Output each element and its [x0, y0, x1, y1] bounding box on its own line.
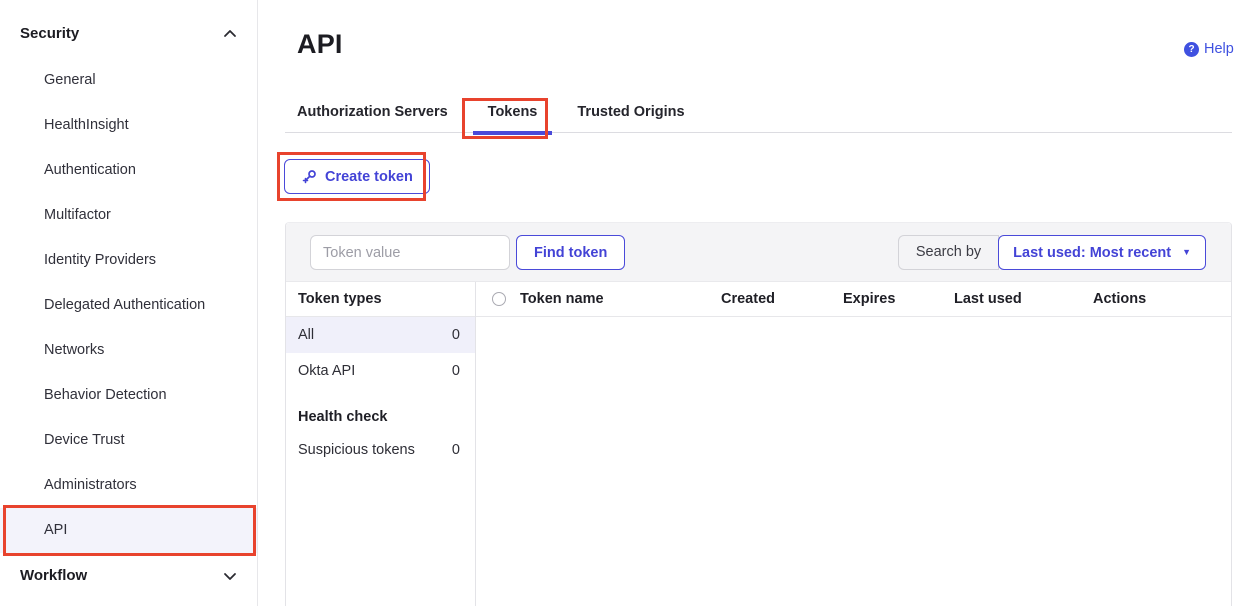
tokens-panel: Find token Search by Last used: Most rec… [285, 222, 1232, 606]
token-value-input[interactable] [310, 235, 510, 270]
token-types-panel: Token types All 0 Okta API 0 Health chec… [286, 282, 476, 606]
sidebar-item-delegated-authentication[interactable]: Delegated Authentication [0, 283, 257, 328]
sidebar-item-behavior-detection[interactable]: Behavior Detection [0, 373, 257, 418]
sidebar-items: General HealthInsight Authentication Mul… [0, 58, 257, 553]
column-header-last-used[interactable]: Last used [954, 282, 1022, 317]
filter-item-suspicious-tokens[interactable]: Suspicious tokens 0 [286, 432, 475, 468]
tab-bar: Authorization Servers Tokens Trusted Ori… [297, 104, 685, 135]
sidebar-item-device-trust[interactable]: Device Trust [0, 418, 257, 463]
filter-item-count: 0 [452, 327, 460, 343]
tokens-table-header: Token name Created Expires Last used Act… [476, 282, 1231, 317]
page-title: API [297, 29, 343, 60]
sort-dropdown-value: Last used: Most recent [1013, 245, 1171, 261]
sidebar-item-networks[interactable]: Networks [0, 328, 257, 373]
sidebar-section-security[interactable]: Security [20, 25, 79, 42]
filter-item-label: Okta API [298, 363, 355, 379]
tab-authorization-servers[interactable]: Authorization Servers [297, 104, 448, 135]
sidebar-item-authentication[interactable]: Authentication [0, 148, 257, 193]
filter-item-okta-api[interactable]: Okta API 0 [286, 353, 475, 389]
filter-item-label: All [298, 327, 314, 343]
create-token-button[interactable]: Create token [284, 159, 430, 194]
sidebar-item-administrators[interactable]: Administrators [0, 463, 257, 508]
sidebar-item-identity-providers[interactable]: Identity Providers [0, 238, 257, 283]
column-header-token-name[interactable]: Token name [520, 282, 604, 317]
create-token-label: Create token [325, 169, 413, 185]
chevron-down-icon[interactable] [223, 569, 237, 583]
sidebar-item-api[interactable]: API [0, 508, 257, 553]
tab-tokens[interactable]: Tokens [488, 104, 538, 135]
select-all-radio[interactable] [492, 292, 506, 306]
help-link-label: Help [1204, 41, 1234, 57]
help-icon: ? [1184, 42, 1199, 57]
column-header-created[interactable]: Created [721, 282, 775, 317]
token-types-title: Token types [286, 282, 475, 317]
health-check-subheader: Health check [286, 402, 475, 432]
sidebar-item-general[interactable]: General [0, 58, 257, 103]
filter-item-label: Suspicious tokens [298, 442, 415, 458]
tokens-toolbar: Find token Search by Last used: Most rec… [286, 223, 1231, 282]
filter-item-count: 0 [452, 363, 460, 379]
sort-dropdown[interactable]: Last used: Most recent ▼ [998, 235, 1206, 270]
sidebar-section-workflow[interactable]: Workflow [20, 567, 87, 584]
filter-item-count: 0 [452, 442, 460, 458]
column-header-expires[interactable]: Expires [843, 282, 895, 317]
tokens-table: Token name Created Expires Last used Act… [476, 282, 1231, 606]
filter-item-all[interactable]: All 0 [286, 317, 475, 353]
chevron-up-icon[interactable] [223, 27, 237, 41]
search-by-label: Search by [898, 235, 999, 270]
tokens-table-area: Token types All 0 Okta API 0 Health chec… [286, 282, 1231, 606]
sidebar-item-healthinsight[interactable]: HealthInsight [0, 103, 257, 148]
sidebar: Security General HealthInsight Authentic… [0, 0, 258, 606]
find-token-button[interactable]: Find token [516, 235, 625, 270]
column-header-actions[interactable]: Actions [1093, 282, 1146, 317]
help-link[interactable]: ? Help [1184, 41, 1234, 57]
sidebar-item-multifactor[interactable]: Multifactor [0, 193, 257, 238]
okta-admin-api-tokens-screen: Security General HealthInsight Authentic… [0, 0, 1257, 606]
search-by-group: Search by Last used: Most recent ▼ [898, 235, 1206, 270]
tab-trusted-origins[interactable]: Trusted Origins [577, 104, 684, 135]
key-plus-icon [301, 169, 317, 185]
caret-down-icon: ▼ [1182, 248, 1191, 257]
